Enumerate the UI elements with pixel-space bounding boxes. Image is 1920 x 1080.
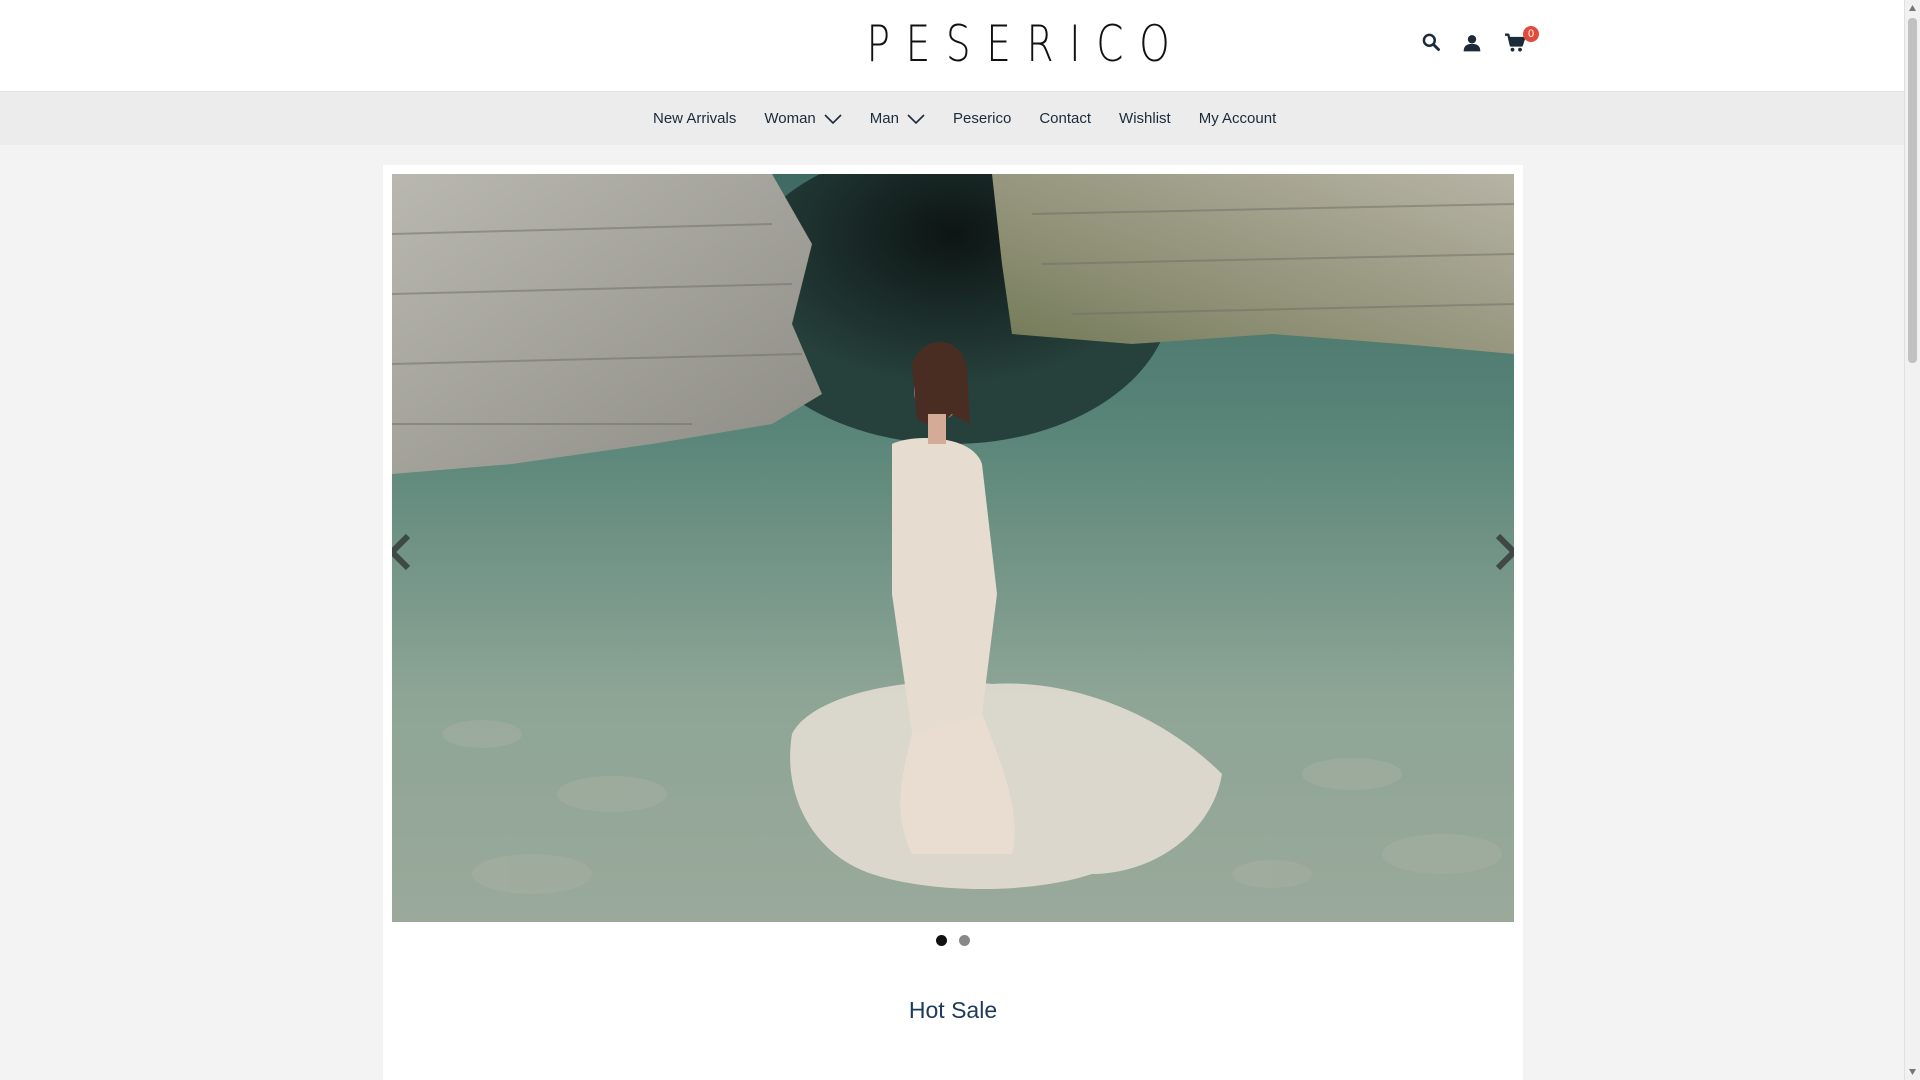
cart-count-badge: 0 [1523, 26, 1539, 42]
nav-item-wishlist[interactable]: Wishlist [1119, 110, 1171, 127]
nav-item-label: Woman [764, 110, 816, 127]
brand-logo-text: PESERICO [866, 15, 1186, 73]
nav-item-label: Contact [1039, 110, 1092, 127]
main-nav: New Arrivals Woman Man Peserico Contact … [0, 92, 1905, 145]
hero-slide-image [392, 174, 1514, 922]
page: PESERICO 0 New Arrivals Woman Man Peseri… [0, 0, 1920, 1080]
nav-item-man[interactable]: Man [870, 110, 925, 127]
nav-item-label: Wishlist [1119, 110, 1171, 127]
hero-slider[interactable] [392, 174, 1514, 922]
site-header: PESERICO 0 [0, 0, 1905, 92]
nav-item-label: Man [869, 110, 899, 127]
search-icon[interactable] [1421, 32, 1441, 52]
scrollbar-thumb[interactable] [1908, 18, 1917, 363]
nav-list: New Arrivals Woman Man Peserico Contact … [653, 92, 1276, 145]
section-title: Hot Sale [908, 997, 998, 1023]
chevron-down-icon [824, 113, 842, 124]
nav-item-label: Peserico [952, 110, 1012, 127]
main-content: Hot Sale [383, 165, 1523, 1080]
nav-item-woman[interactable]: Woman [764, 110, 842, 127]
chevron-left-icon [392, 533, 411, 571]
nav-item-label: New Arrivals [653, 110, 737, 127]
nav-item-new-arrivals[interactable]: New Arrivals [653, 110, 736, 127]
slider-prev-button[interactable] [392, 532, 412, 572]
nav-item-peserico[interactable]: Peserico [953, 110, 1011, 127]
chevron-down-icon [907, 113, 925, 124]
nav-item-contact[interactable]: Contact [1039, 110, 1091, 127]
nav-item-label: My Account [1198, 110, 1277, 127]
page-scrollbar[interactable] [1904, 0, 1920, 1080]
slider-dot-2[interactable] [959, 935, 970, 946]
user-icon[interactable] [1462, 33, 1482, 53]
chevron-right-icon [1495, 533, 1514, 571]
scroll-down-icon[interactable] [1908, 1067, 1917, 1077]
nav-item-my-account[interactable]: My Account [1199, 110, 1277, 127]
slider-next-button[interactable] [1494, 532, 1514, 572]
scroll-up-icon[interactable] [1908, 3, 1917, 13]
slider-dot-1[interactable] [936, 935, 947, 946]
slider-dots [383, 935, 1523, 946]
brand-logo[interactable]: PESERICO [826, 15, 1186, 73]
